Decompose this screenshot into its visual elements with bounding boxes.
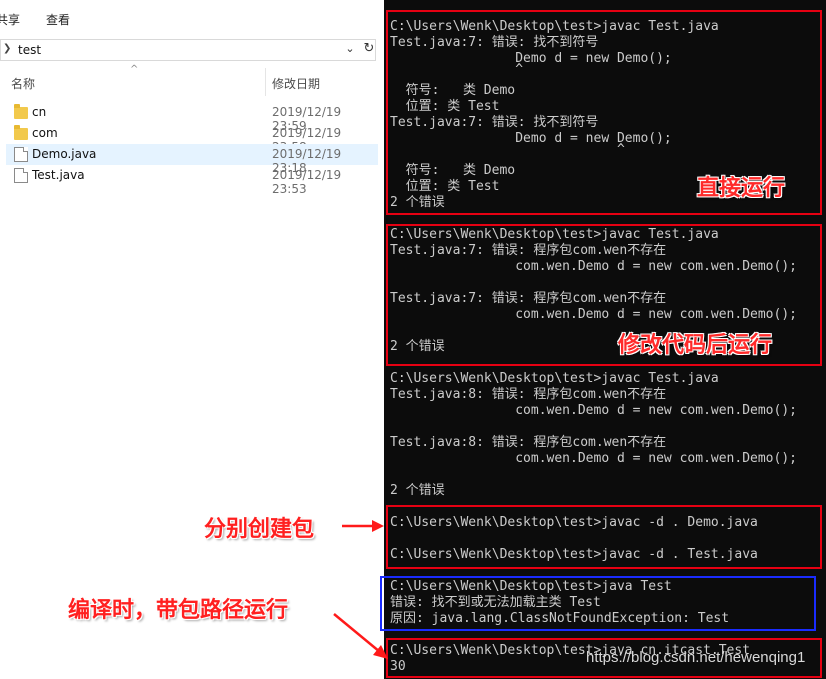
file-name: Demo.java: [32, 147, 97, 161]
folder-icon: [14, 104, 28, 119]
file-name: Test.java: [32, 168, 85, 182]
column-header-name[interactable]: 名称: [11, 75, 35, 92]
chevron-right-icon[interactable]: ❯: [3, 43, 11, 54]
chevron-down-icon[interactable]: ⌄: [343, 42, 357, 58]
file-name: cn: [32, 105, 47, 119]
column-header-date[interactable]: 修改日期: [272, 75, 320, 92]
console-line: Test.java:8: 错误: 程序包com.wen不存在: [390, 387, 667, 402]
annotation-compile-with-path: 编译时，带包路径运行: [68, 598, 289, 623]
java-file-icon: [14, 147, 28, 162]
file-name: com: [32, 126, 58, 140]
console-line: C:\Users\Wenk\Desktop\test>javac Test.ja…: [390, 371, 719, 386]
file-row-demo-java[interactable]: Demo.java 2019/12/19 23:18: [6, 144, 378, 175]
annotation-direct-run: 直接运行: [697, 176, 786, 201]
sort-ascending-icon: ^: [130, 64, 139, 75]
file-date: 2019/12/19 23:53: [272, 168, 342, 196]
annotation-run-after-edit: 修改代码后运行: [618, 333, 773, 358]
address-path[interactable]: test: [18, 43, 41, 57]
console-line: 2 个错误: [390, 483, 445, 498]
console-line: com.wen.Demo d = new com.wen.Demo();: [390, 451, 797, 466]
highlight-box-class-not-found: [380, 576, 816, 631]
ribbon-tab-share[interactable]: 共享: [0, 11, 20, 28]
highlight-box-create-packages: [386, 505, 822, 569]
file-row-cn[interactable]: cn 2019/12/19 23:59: [6, 102, 378, 133]
watermark: https://blog.csdn.net/hewenqing1: [586, 649, 806, 666]
java-file-icon: [14, 168, 28, 183]
console-line: Test.java:8: 错误: 程序包com.wen不存在: [390, 435, 667, 450]
column-divider[interactable]: [265, 68, 266, 96]
ribbon-tab-view[interactable]: 查看: [46, 11, 70, 28]
console-line: com.wen.Demo d = new com.wen.Demo();: [390, 403, 797, 418]
file-explorer: 共享 查看 ❯ test ⌄ ↻ ^ 名称 修改日期 cn 2019/12/19…: [0, 0, 380, 679]
file-row-test-java[interactable]: Test.java 2019/12/19 23:53: [6, 165, 378, 196]
address-bar[interactable]: ❯ test ⌄ ↻: [0, 39, 376, 61]
annotation-create-packages: 分别创建包: [204, 517, 315, 542]
ribbon: 共享 查看: [0, 0, 380, 36]
file-row-com[interactable]: com 2019/12/19 23:58: [6, 123, 378, 154]
folder-icon: [14, 125, 28, 140]
refresh-icon[interactable]: ↻: [362, 41, 376, 59]
